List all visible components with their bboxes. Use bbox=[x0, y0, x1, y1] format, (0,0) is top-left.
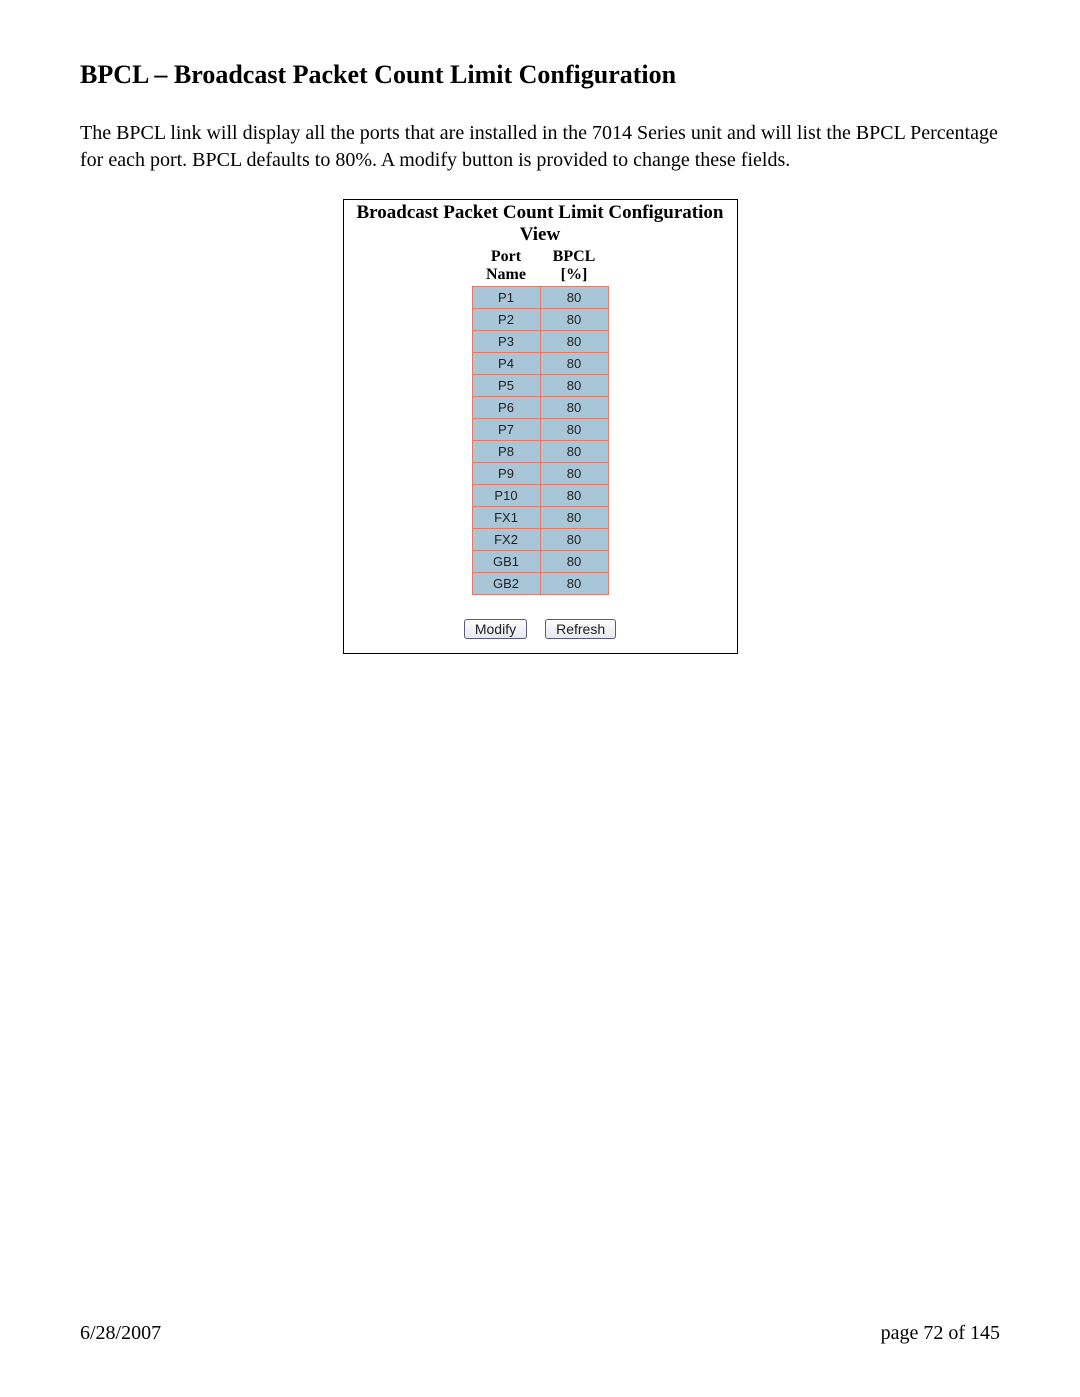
table-row: P780 bbox=[472, 419, 608, 441]
cell-bpcl: 80 bbox=[540, 529, 608, 551]
intro-paragraph: The BPCL link will display all the ports… bbox=[80, 120, 1000, 174]
table-row: FX280 bbox=[472, 529, 608, 551]
table-row: P1080 bbox=[472, 485, 608, 507]
document-page: BPCL – Broadcast Packet Count Limit Conf… bbox=[0, 0, 1080, 1397]
table-row: GB280 bbox=[472, 573, 608, 595]
cell-bpcl: 80 bbox=[540, 287, 608, 309]
panel-wrap: Broadcast Packet Count Limit Configurati… bbox=[80, 199, 1000, 654]
footer-date: 6/28/2007 bbox=[80, 1322, 161, 1345]
cell-port: GB1 bbox=[472, 551, 540, 573]
footer-page: page 72 of 145 bbox=[881, 1322, 1000, 1345]
cell-port: GB2 bbox=[472, 573, 540, 595]
cell-port: P6 bbox=[472, 397, 540, 419]
bpcl-panel: Broadcast Packet Count Limit Configurati… bbox=[343, 199, 738, 654]
cell-bpcl: 80 bbox=[540, 551, 608, 573]
table-row: P880 bbox=[472, 441, 608, 463]
page-footer: 6/28/2007 page 72 of 145 bbox=[80, 1322, 1000, 1345]
table-row: P180 bbox=[472, 287, 608, 309]
cell-port: FX1 bbox=[472, 507, 540, 529]
table-row: P580 bbox=[472, 375, 608, 397]
table-row: P980 bbox=[472, 463, 608, 485]
cell-bpcl: 80 bbox=[540, 485, 608, 507]
cell-port: P5 bbox=[472, 375, 540, 397]
table-row: P380 bbox=[472, 331, 608, 353]
cell-port: P8 bbox=[472, 441, 540, 463]
table-row: P480 bbox=[472, 353, 608, 375]
table-header-row: Port Name BPCL [%] bbox=[472, 248, 608, 287]
table-row: P280 bbox=[472, 309, 608, 331]
button-row: Modify Refresh bbox=[344, 619, 737, 639]
table-row: GB180 bbox=[472, 551, 608, 573]
cell-port: P7 bbox=[472, 419, 540, 441]
cell-bpcl: 80 bbox=[540, 353, 608, 375]
col-header-bpcl: BPCL [%] bbox=[540, 248, 608, 287]
cell-port: FX2 bbox=[472, 529, 540, 551]
col-header-port: Port Name bbox=[472, 248, 540, 287]
cell-bpcl: 80 bbox=[540, 441, 608, 463]
table-row: FX180 bbox=[472, 507, 608, 529]
modify-button[interactable]: Modify bbox=[464, 619, 527, 639]
cell-bpcl: 80 bbox=[540, 375, 608, 397]
table-row: P680 bbox=[472, 397, 608, 419]
page-heading: BPCL – Broadcast Packet Count Limit Conf… bbox=[80, 60, 1000, 90]
bpcl-table: Port Name BPCL [%] P180P280P380P480P580P… bbox=[472, 248, 609, 595]
cell-bpcl: 80 bbox=[540, 397, 608, 419]
refresh-button[interactable]: Refresh bbox=[545, 619, 616, 639]
cell-port: P2 bbox=[472, 309, 540, 331]
cell-bpcl: 80 bbox=[540, 463, 608, 485]
cell-port: P10 bbox=[472, 485, 540, 507]
cell-port: P1 bbox=[472, 287, 540, 309]
cell-bpcl: 80 bbox=[540, 309, 608, 331]
panel-title: Broadcast Packet Count Limit Configurati… bbox=[344, 202, 737, 246]
cell-port: P9 bbox=[472, 463, 540, 485]
cell-port: P4 bbox=[472, 353, 540, 375]
cell-bpcl: 80 bbox=[540, 573, 608, 595]
cell-bpcl: 80 bbox=[540, 507, 608, 529]
cell-bpcl: 80 bbox=[540, 331, 608, 353]
cell-port: P3 bbox=[472, 331, 540, 353]
cell-bpcl: 80 bbox=[540, 419, 608, 441]
